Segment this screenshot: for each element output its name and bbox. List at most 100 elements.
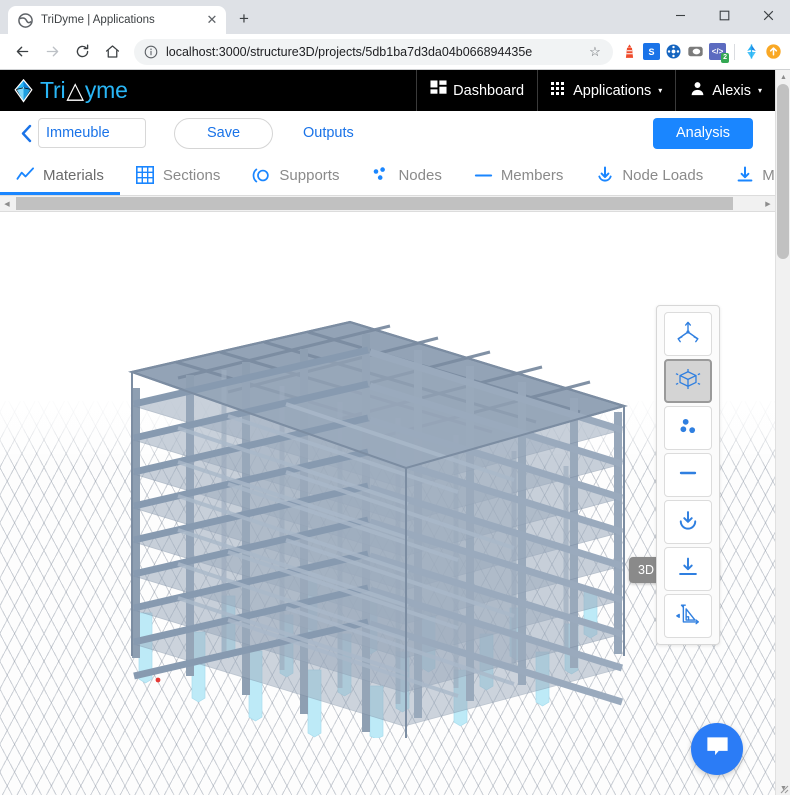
extension-divider <box>734 43 735 60</box>
node-load-icon <box>675 507 701 538</box>
window-resize-grip[interactable] <box>775 780 789 794</box>
chevron-down-icon: ▾ <box>757 86 762 95</box>
lighthouse-extension-icon[interactable] <box>621 43 638 60</box>
building-model[interactable] <box>118 308 638 738</box>
code-extension-icon[interactable]: </> 2 <box>709 43 729 63</box>
header-item-applications[interactable]: Applications ▾ <box>537 70 675 111</box>
save-button[interactable]: Save <box>174 117 273 149</box>
cube-icon <box>675 366 701 397</box>
tab-members[interactable]: Members <box>458 155 580 195</box>
address-bar[interactable]: localhost:3000/structure3D/projects/5db1… <box>134 38 613 65</box>
brand-title: Tri △ yme <box>40 77 128 104</box>
tab-supports[interactable]: Supports <box>236 155 355 195</box>
elements-3d-tool-button[interactable] <box>664 359 712 403</box>
scrollbar-thumb[interactable] <box>16 197 733 210</box>
scroll-left-arrow-icon[interactable]: ◀ <box>0 196 14 211</box>
back-chevron-icon[interactable] <box>14 124 38 143</box>
tab-materials-label: Materials <box>43 166 104 184</box>
extension-toolbar: S </> 2 <box>621 43 782 63</box>
browser-tab-title: TriDyme | Applications <box>41 14 155 26</box>
code-extension-badge: 2 <box>721 53 729 63</box>
building-frame-svg <box>128 320 628 738</box>
page-viewport: Tri △ yme Dashboard Applications ▾ Alexi… <box>0 70 790 795</box>
grid-table-icon <box>136 166 155 185</box>
tab-sections-label: Sections <box>162 166 221 184</box>
project-toolbar: Save Outputs Analysis <box>0 111 775 155</box>
brand-text-left: Tri <box>40 77 66 103</box>
s-extension-icon[interactable]: S <box>643 43 660 60</box>
forward-icon[interactable] <box>38 38 66 66</box>
section-tabs: Materials Sections Supports Nodes Member… <box>0 155 775 195</box>
user-icon <box>689 80 706 101</box>
new-tab-button[interactable]: + <box>230 5 258 33</box>
chat-bubble-button[interactable] <box>691 723 743 775</box>
member-line-icon <box>474 166 493 185</box>
apps-grid-icon <box>551 81 567 101</box>
close-window-icon[interactable] <box>746 0 790 31</box>
page-scrollbar-thumb[interactable] <box>777 84 789 259</box>
browser-toolbar: localhost:3000/structure3D/projects/5db1… <box>0 34 790 70</box>
browser-titlebar: TriDyme | Applications ✕ + <box>0 0 790 34</box>
s-extension-glyph: S <box>648 46 655 57</box>
brand-logo-area[interactable]: Tri △ yme <box>0 70 416 111</box>
node-load-icon <box>595 166 614 185</box>
page-vertical-scrollbar[interactable]: ▲ ▼ <box>775 70 790 795</box>
angle-ruler-icon <box>675 601 701 632</box>
chevron-down-icon: ▾ <box>658 86 663 95</box>
tab-node-loads-label: Node Loads <box>622 166 704 184</box>
support-circle-icon <box>252 166 271 185</box>
maximize-icon[interactable] <box>702 0 746 31</box>
bookmark-star-icon[interactable]: ☆ <box>587 44 603 60</box>
home-icon[interactable] <box>98 38 126 66</box>
tab-materials[interactable]: Materials <box>0 155 120 195</box>
brand-triangle-icon: △ <box>66 77 84 103</box>
tab-member-loads[interactable]: Member L <box>719 155 775 195</box>
scroll-right-arrow-icon[interactable]: ▶ <box>761 196 775 211</box>
tab-sections[interactable]: Sections <box>120 155 237 195</box>
tab-members-label: Members <box>500 166 564 184</box>
tridyme-extension-icon[interactable] <box>743 43 760 60</box>
tab-nodes-label: Nodes <box>398 166 442 184</box>
node-loads-tool-button[interactable] <box>664 500 712 544</box>
axes-icon <box>675 319 701 350</box>
header-item-user[interactable]: Alexis ▾ <box>675 70 775 111</box>
structure-3d-canvas[interactable]: 3D Elements <box>0 253 775 795</box>
back-icon[interactable] <box>8 38 36 66</box>
info-circle-icon[interactable] <box>144 45 158 59</box>
upload-extension-icon[interactable] <box>765 43 782 60</box>
app-root: Tri △ yme Dashboard Applications ▾ Alexi… <box>0 70 775 795</box>
outputs-link[interactable]: Outputs <box>303 125 354 141</box>
header-item-applications-label: Applications <box>573 82 652 99</box>
scrollbar-track[interactable] <box>14 196 761 211</box>
analysis-button[interactable]: Analysis <box>653 117 753 149</box>
member-line-icon <box>675 460 701 491</box>
reload-icon[interactable] <box>68 38 96 66</box>
members-tool-button[interactable] <box>664 453 712 497</box>
scroll-up-arrow-icon[interactable]: ▲ <box>776 70 790 84</box>
header-item-dashboard[interactable]: Dashboard <box>416 70 537 111</box>
member-loads-tool-button[interactable] <box>664 547 712 591</box>
header-item-user-label: Alexis <box>712 82 751 99</box>
tab-supports-label: Supports <box>279 166 340 184</box>
tab-node-loads[interactable]: Node Loads <box>579 155 719 195</box>
tab-member-loads-label: Member L <box>762 166 775 184</box>
member-load-icon <box>735 166 754 185</box>
nodes-tool-button[interactable] <box>664 406 712 450</box>
tabs-horizontal-scrollbar[interactable]: ◀ ▶ <box>0 195 775 212</box>
tab-nodes[interactable]: Nodes <box>355 155 457 195</box>
dashboard-icon <box>430 80 447 101</box>
wallet-extension-icon[interactable] <box>687 43 704 60</box>
browser-tab[interactable]: TriDyme | Applications ✕ <box>8 6 226 34</box>
settings-extension-icon[interactable] <box>665 43 682 60</box>
member-load-icon <box>675 554 701 585</box>
project-name-input[interactable] <box>38 118 146 148</box>
tridyme-logo-icon <box>10 77 37 104</box>
structure-frame <box>128 320 628 738</box>
app-header: Tri △ yme Dashboard Applications ▾ Alexi… <box>0 70 775 111</box>
axes-tool-button[interactable] <box>664 312 712 356</box>
dimensions-tool-button[interactable] <box>664 594 712 638</box>
origin-marker <box>155 677 161 683</box>
chat-bubble-icon <box>704 733 731 765</box>
minimize-icon[interactable] <box>658 0 702 31</box>
close-tab-icon[interactable]: ✕ <box>204 12 220 28</box>
